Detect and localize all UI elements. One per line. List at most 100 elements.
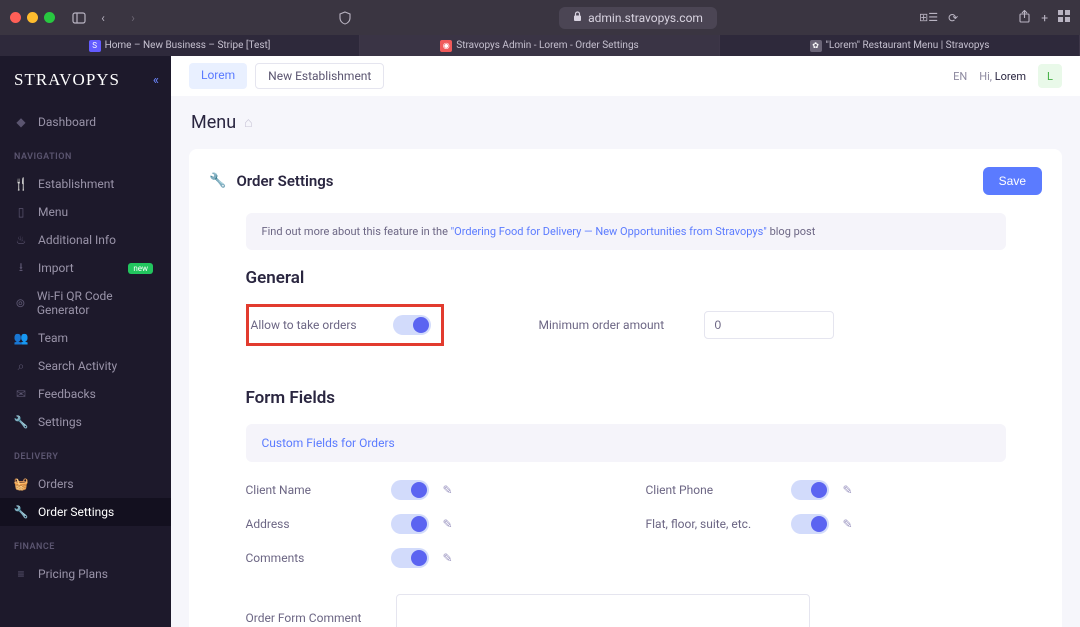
tab-label: Home – New Business – Stripe [Test]: [105, 40, 271, 51]
close-window-icon[interactable]: [10, 12, 21, 23]
client-name-label: Client Name: [246, 483, 391, 497]
comments-label: Comments: [246, 551, 391, 565]
sidebar-item-label: Import: [38, 261, 74, 275]
sidebar-item-team[interactable]: 👥 Team: [0, 324, 171, 352]
sidebar-item-import[interactable]: ⭳ Import new: [0, 254, 171, 282]
sidebar-section-label: NAVIGATION: [14, 152, 171, 162]
edit-icon[interactable]: ✎: [443, 551, 453, 565]
sidebar-item-dashboard[interactable]: ◆ Dashboard: [0, 108, 171, 136]
sidebar-item-menu[interactable]: ▯ Menu: [0, 198, 171, 226]
tab-new-establishment[interactable]: New Establishment: [255, 63, 384, 89]
translate-icon[interactable]: ⊞☰: [919, 11, 938, 24]
reload-icon[interactable]: ⟳: [948, 11, 958, 25]
url-text: admin.stravopys.com: [588, 11, 703, 25]
sidebar-item-label: Additional Info: [38, 233, 116, 247]
section-form-fields: Form Fields: [246, 388, 1006, 408]
wrench-icon: 🔧: [14, 415, 28, 429]
home-icon[interactable]: ⌂: [244, 114, 252, 131]
favicon-icon: ◉: [440, 40, 452, 52]
sidebar-item-establishment[interactable]: 🍴 Establishment: [0, 170, 171, 198]
browser-tab[interactable]: ◉ Stravopys Admin - Lorem - Order Settin…: [360, 35, 720, 56]
edit-icon[interactable]: ✎: [843, 517, 853, 531]
import-icon: ⭳: [14, 261, 28, 275]
back-icon[interactable]: ‹: [91, 6, 115, 30]
address-bar[interactable]: admin.stravopys.com: [559, 7, 717, 29]
sidebar-item-label: Pricing Plans: [38, 567, 108, 581]
tab-active-establishment[interactable]: Lorem: [189, 63, 247, 89]
sidebar-item-search-activity[interactable]: ⌕ Search Activity: [0, 352, 171, 380]
language-switch[interactable]: EN: [953, 70, 967, 83]
blog-link[interactable]: "Ordering Food for Delivery — New Opport…: [451, 225, 767, 238]
avatar[interactable]: L: [1038, 64, 1062, 88]
info-banner: Find out more about this feature in the …: [246, 213, 1006, 250]
browser-tabs: S Home – New Business – Stripe [Test] ◉ …: [0, 35, 1080, 56]
sidebar-item-order-settings[interactable]: 🔧 Order Settings: [0, 498, 171, 526]
client-name-toggle[interactable]: [391, 480, 429, 500]
search-icon: ⌕: [14, 359, 28, 373]
allow-orders-toggle[interactable]: [393, 315, 431, 335]
logo: STRAVOPYS: [14, 70, 120, 90]
sidebar-item-label: Menu: [38, 205, 68, 219]
sidebar-item-label: Wi-Fi QR Code Generator: [37, 289, 157, 317]
client-phone-label: Client Phone: [646, 483, 791, 497]
browser-toolbar: ‹ › admin.stravopys.com ⊞☰ ⟳ +: [0, 0, 1080, 35]
topbar: Lorem New Establishment EN Hi, Lorem L: [171, 56, 1080, 96]
edit-icon[interactable]: ✎: [443, 483, 453, 497]
flat-label: Flat, floor, suite, etc.: [646, 517, 791, 531]
client-phone-toggle[interactable]: [791, 480, 829, 500]
tab-grid-icon[interactable]: [1058, 10, 1070, 25]
dashboard-icon: ◆: [14, 115, 28, 129]
sidebar-item-label: Dashboard: [38, 115, 96, 129]
sidebar-item-feedbacks[interactable]: ✉ Feedbacks: [0, 380, 171, 408]
address-label: Address: [246, 517, 391, 531]
flat-toggle[interactable]: [791, 514, 829, 534]
favicon-icon: S: [89, 40, 101, 52]
min-amount-input[interactable]: [704, 311, 834, 339]
sidebar: STRAVOPYS « ◆ Dashboard NAVIGATION 🍴 Est…: [0, 56, 171, 627]
save-button[interactable]: Save: [983, 167, 1042, 195]
sidebar-item-orders[interactable]: 🧺 Orders: [0, 470, 171, 498]
browser-tab[interactable]: S Home – New Business – Stripe [Test]: [0, 35, 360, 56]
minimize-window-icon[interactable]: [27, 12, 38, 23]
sidebar-item-label: Settings: [38, 415, 82, 429]
shield-icon[interactable]: [333, 6, 357, 30]
pricing-icon: ≡: [14, 567, 28, 581]
comments-toggle[interactable]: [391, 548, 429, 568]
sidebar-item-settings[interactable]: 🔧 Settings: [0, 408, 171, 436]
sidebar-toggle-icon[interactable]: [67, 6, 91, 30]
mail-icon: ✉: [14, 387, 28, 401]
edit-icon[interactable]: ✎: [843, 483, 853, 497]
clipboard-icon: ▯: [14, 205, 28, 219]
window-controls: [10, 12, 55, 23]
address-toggle[interactable]: [391, 514, 429, 534]
sidebar-item-label: Search Activity: [38, 359, 117, 373]
forward-icon[interactable]: ›: [121, 6, 145, 30]
collapse-sidebar-icon[interactable]: «: [153, 73, 159, 88]
favicon-icon: ✿: [810, 40, 822, 52]
sidebar-item-pricing[interactable]: ≡ Pricing Plans: [0, 560, 171, 588]
order-form-comment-input[interactable]: [396, 594, 810, 627]
new-tab-icon[interactable]: +: [1041, 11, 1048, 25]
utensils-icon: 🍴: [14, 177, 28, 191]
flame-icon: ♨: [14, 233, 28, 247]
custom-fields-link[interactable]: Custom Fields for Orders: [262, 436, 395, 450]
tab-label: Stravopys Admin - Lorem - Order Settings: [456, 40, 638, 51]
sidebar-item-wifi-qr[interactable]: ⊚ Wi-Fi QR Code Generator: [0, 282, 171, 324]
allow-orders-label: Allow to take orders: [251, 318, 357, 332]
custom-fields-banner: Custom Fields for Orders: [246, 424, 1006, 462]
share-icon[interactable]: [1018, 10, 1031, 26]
order-form-comment-label: Order Form Comment: [246, 611, 396, 625]
sidebar-section-label: DELIVERY: [14, 452, 171, 462]
maximize-window-icon[interactable]: [44, 12, 55, 23]
wifi-icon: ⊚: [14, 296, 27, 310]
edit-icon[interactable]: ✎: [443, 517, 453, 531]
sidebar-item-label: Team: [38, 331, 68, 345]
wrench-icon: 🔧: [14, 505, 28, 519]
new-badge: new: [128, 263, 153, 274]
sidebar-item-additional-info[interactable]: ♨ Additional Info: [0, 226, 171, 254]
browser-tab[interactable]: ✿ "Lorem" Restaurant Menu | Stravopys: [720, 35, 1080, 56]
main-content: Lorem New Establishment EN Hi, Lorem L M…: [171, 56, 1080, 627]
wrench-icon: 🔧: [209, 173, 226, 189]
sidebar-item-label: Feedbacks: [38, 387, 96, 401]
lock-icon: [573, 11, 582, 25]
